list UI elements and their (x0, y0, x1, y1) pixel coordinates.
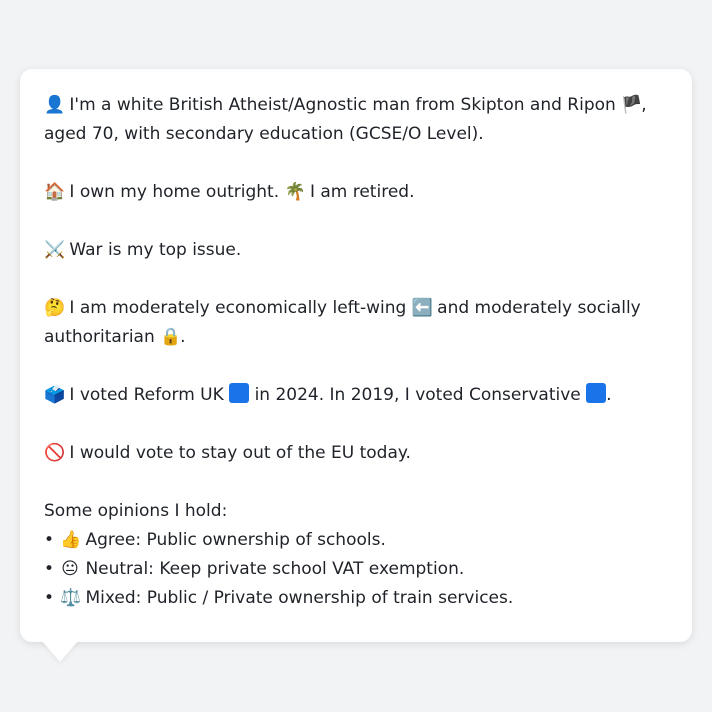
home-text-b: I am retired. (309, 182, 415, 202)
person-silhouette-icon: 👤 (44, 95, 66, 115)
message-bubble: 👤 I'm a white British Atheist/Agnostic m… (20, 69, 692, 642)
opinions-heading: Some opinions I hold: (44, 501, 228, 521)
eu-text: I would vote to stay out of the EU today… (69, 443, 411, 463)
conservative-blue-square-icon (586, 383, 607, 403)
neutral-face-icon: 😐 (61, 559, 79, 579)
balance-scale-icon: ⚖️ (60, 588, 82, 608)
left-arrow-icon: ⬅️ (411, 298, 433, 318)
vote-text-c: . (606, 385, 612, 405)
bubble-tail (41, 640, 79, 662)
ideology-paragraph: 🤔 I am moderately economically left-wing… (44, 294, 668, 352)
thinking-face-icon: 🤔 (44, 298, 66, 318)
vote-paragraph: 🗳️ I voted Reform UK in 2024. In 2019, I… (44, 381, 668, 410)
bullet: • (44, 530, 55, 550)
thumbs-up-icon: 👍 (60, 530, 82, 550)
eu-paragraph: 🚫 I would vote to stay out of the EU tod… (44, 439, 668, 468)
intro-text-a: I'm a white British Atheist/Agnostic man… (69, 95, 616, 115)
opinion-item: • 👍 Agree: Public ownership of schools. (44, 526, 668, 555)
opinion-text: Agree: Public ownership of schools. (85, 530, 386, 550)
bullet: • (44, 588, 55, 608)
vote-text-b: in 2024. In 2019, I voted Conservative (254, 385, 581, 405)
opinion-text: Mixed: Public / Private ownership of tra… (85, 588, 514, 608)
house-icon: 🏠 (44, 182, 66, 202)
palm-tree-icon: 🌴 (284, 182, 306, 202)
home-paragraph: 🏠 I own my home outright. 🌴 I am retired… (44, 178, 668, 207)
opinions-list: • 👍 Agree: Public ownership of schools. •… (44, 526, 668, 613)
bullet: • (44, 559, 55, 579)
ballot-box-icon: 🗳️ (44, 385, 66, 405)
opinion-item: • 😐 Neutral: Keep private school VAT exem… (44, 555, 668, 584)
prohibited-icon: 🚫 (44, 443, 66, 463)
opinion-item: • ⚖️ Mixed: Public / Private ownership of… (44, 584, 668, 613)
vote-text-a: I voted Reform UK (69, 385, 224, 405)
ideology-text-c: . (180, 327, 186, 347)
england-flag-icon: 🏴 (621, 95, 643, 115)
home-text-a: I own my home outright. (69, 182, 280, 202)
crossed-swords-icon: ⚔️ (44, 240, 66, 260)
lock-icon: 🔒 (160, 327, 182, 347)
intro-paragraph: 👤 I'm a white British Atheist/Agnostic m… (44, 91, 668, 149)
reform-blue-square-icon (229, 383, 250, 403)
ideology-text-a: I am moderately economically left-wing (69, 298, 407, 318)
opinion-text: Neutral: Keep private school VAT exempti… (85, 559, 465, 579)
opinions-section: Some opinions I hold: • 👍 Agree: Public o… (44, 497, 668, 613)
issue-paragraph: ⚔️ War is my top issue. (44, 236, 668, 265)
issue-text: War is my top issue. (69, 240, 242, 260)
